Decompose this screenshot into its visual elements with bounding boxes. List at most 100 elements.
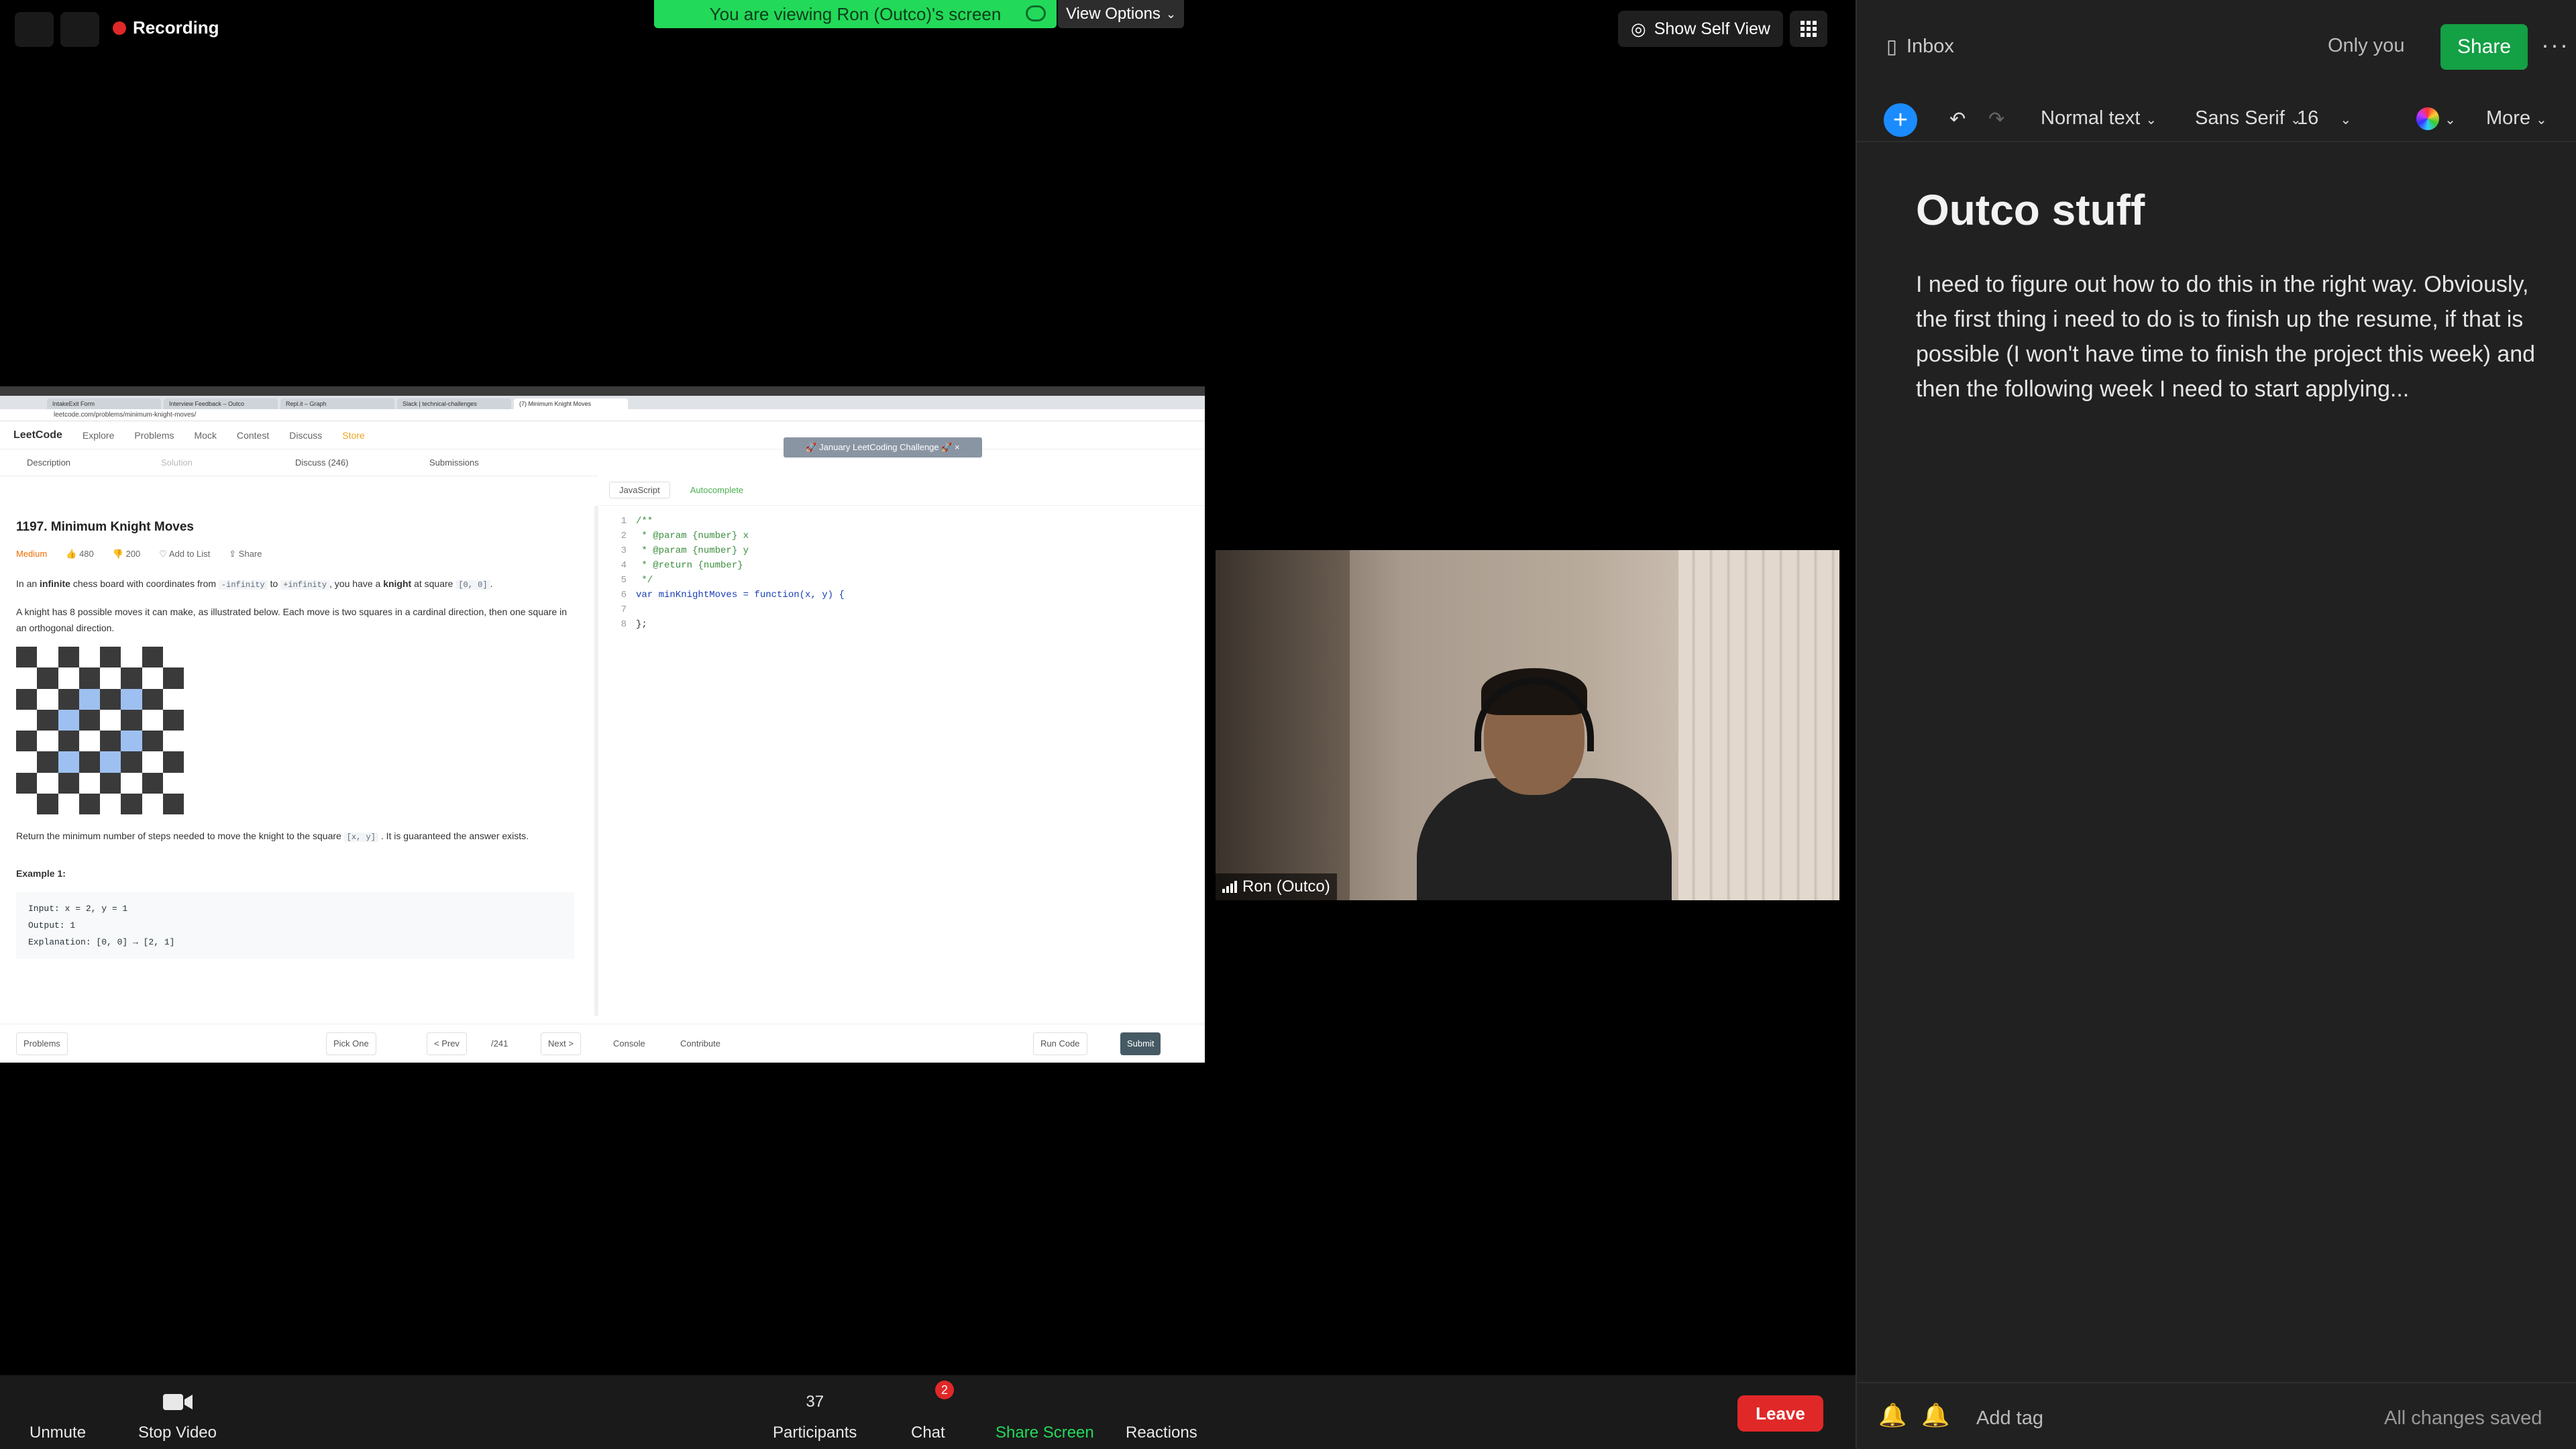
sharing-status[interactable]: Only you	[2328, 35, 2404, 57]
add-to-list-button[interactable]: ♡ Add to List	[159, 546, 210, 562]
board-square	[121, 751, 142, 773]
board-square	[162, 709, 184, 731]
add-reminder-icon[interactable]: 🔔	[1921, 1402, 1949, 1428]
url-bar[interactable]: leetcode.com/problems/minimum-knight-mov…	[0, 409, 1205, 421]
board-square	[37, 709, 58, 731]
browser-tab[interactable]: Interview Feedback – Outco	[164, 398, 278, 409]
browser-tab[interactable]: Repl.it – Graph	[280, 398, 394, 409]
nav-item-problems[interactable]: Problems	[134, 430, 174, 441]
language-select[interactable]: JavaScript	[609, 482, 670, 498]
board-square	[16, 772, 38, 794]
nav-item-mock[interactable]: Mock	[195, 430, 217, 441]
board-square	[58, 731, 79, 752]
more-options-icon[interactable]: ···	[2541, 31, 2569, 59]
text-style-select[interactable]: Normal text ⌄	[2041, 107, 2157, 129]
gallery-view-button[interactable]	[1790, 11, 1827, 47]
board-square	[142, 667, 163, 689]
stop-video-button[interactable]: Stop Video	[138, 1389, 217, 1442]
chevron-down-icon: ⌄	[2340, 113, 2352, 127]
more-format-button[interactable]: More ⌄	[2486, 107, 2547, 129]
nav-item-contest[interactable]: Contest	[237, 430, 269, 441]
leetcode-nav: LeetCode Explore Problems Mock Contest D…	[0, 421, 1205, 449]
board-square	[16, 751, 38, 773]
person-body	[1417, 778, 1672, 900]
window-control-button[interactable]	[60, 12, 99, 47]
code-line[interactable]: 2 * @param {number} x	[598, 529, 1205, 543]
chevron-down-icon: ⌄	[1165, 7, 1177, 21]
redo-icon[interactable]: ↷	[1988, 107, 2004, 131]
dislike-button[interactable]: 👎 200	[113, 546, 141, 562]
share-button[interactable]: Share	[2440, 24, 2528, 70]
share-button[interactable]: ⇪ Share	[229, 546, 262, 562]
autocomplete-toggle[interactable]: Autocomplete	[690, 485, 744, 495]
board-square	[78, 667, 100, 689]
unmute-button[interactable]: Unmute	[30, 1389, 86, 1442]
leetcode-logo[interactable]: LeetCode	[13, 429, 62, 441]
tab-submissions[interactable]: Submissions	[402, 458, 537, 468]
participant-video[interactable]	[1216, 550, 1839, 900]
add-tag-field[interactable]: Add tag	[1976, 1407, 2043, 1430]
reminder-bell-icon[interactable]: 🔔	[1878, 1402, 1907, 1428]
code-editor[interactable]: 1/** 2 * @param {number} x3 * @param {num…	[598, 506, 1205, 1016]
problem-subtabs: Description Solution Discuss (246) Submi…	[0, 449, 598, 476]
leave-button[interactable]: Leave	[1737, 1395, 1823, 1432]
recording-indicator[interactable]: Recording	[113, 17, 219, 38]
next-button[interactable]: Next >	[541, 1032, 581, 1055]
background-door	[1216, 550, 1350, 900]
console-button[interactable]: Console	[606, 1032, 652, 1055]
code-line[interactable]: 8};	[598, 617, 1205, 632]
insert-plus-button[interactable]: +	[1884, 103, 1917, 137]
font-size-select[interactable]: 16 ⌄	[2297, 107, 2351, 129]
undo-icon[interactable]: ↶	[1949, 107, 1966, 131]
challenge-banner[interactable]: 🚀 January LeetCoding Challenge 🚀 ×	[784, 437, 982, 458]
reactions-button[interactable]: Reactions	[1126, 1389, 1197, 1442]
participants-button[interactable]: 37 Participants	[773, 1389, 857, 1442]
board-square	[100, 793, 121, 814]
code-line[interactable]: 5 */	[598, 573, 1205, 588]
tab-description[interactable]: Description	[0, 458, 134, 468]
window-control-button[interactable]	[15, 12, 54, 47]
submit-button[interactable]: Submit	[1120, 1032, 1161, 1055]
chat-unread-badge: 2	[935, 1381, 954, 1399]
code-line[interactable]: 3 * @param {number} y	[598, 543, 1205, 558]
code-line[interactable]: 7	[598, 602, 1205, 617]
text-color-select[interactable]: ⌄	[2416, 107, 2456, 131]
note-body[interactable]: I need to figure out how to do this in t…	[1916, 267, 2540, 407]
board-square	[162, 793, 184, 814]
run-code-button[interactable]: Run Code	[1033, 1032, 1087, 1055]
board-square	[121, 688, 142, 710]
thumbs-up-icon: 👍	[66, 549, 80, 559]
contribute-button[interactable]: Contribute	[674, 1032, 727, 1055]
shared-screen: IntakeExit Form Interview Feedback – Out…	[0, 386, 1205, 1063]
board-square	[100, 751, 121, 773]
heart-icon: ♡	[159, 549, 169, 559]
code-line[interactable]: 4 * @return {number}	[598, 558, 1205, 573]
board-square	[78, 647, 100, 668]
tab-solution[interactable]: Solution	[134, 458, 268, 468]
board-square	[16, 667, 38, 689]
board-square	[37, 793, 58, 814]
note-title[interactable]: Outco stuff	[1916, 185, 2145, 235]
code-line[interactable]: 1 /**	[598, 514, 1205, 529]
board-square	[16, 688, 38, 710]
problems-list-button[interactable]: Problems	[16, 1032, 68, 1055]
code-line[interactable]: 6 var minKnightMoves = function(x, y) {	[598, 588, 1205, 602]
nav-item-explore[interactable]: Explore	[83, 430, 114, 441]
difficulty-badge: Medium	[16, 549, 48, 559]
browser-tab[interactable]: IntakeExit Form	[47, 398, 161, 409]
show-self-view-button[interactable]: ◎ Show Self View	[1618, 11, 1783, 47]
nav-item-discuss[interactable]: Discuss	[289, 430, 322, 441]
browser-tab-active[interactable]: (7) Minimum Knight Moves	[514, 398, 628, 409]
nav-item-store[interactable]: Store	[342, 430, 364, 441]
pick-one-button[interactable]: Pick One	[326, 1032, 376, 1055]
font-family-select[interactable]: Sans Serif ⌄	[2195, 107, 2302, 129]
like-button[interactable]: 👍 480	[66, 546, 94, 562]
prev-button[interactable]: < Prev	[427, 1032, 467, 1055]
view-options-button[interactable]: View Options ⌄	[1058, 0, 1184, 28]
browser-tab[interactable]: Slack | technical-challenges	[397, 398, 511, 409]
code-text: * @return {number}	[636, 560, 743, 571]
tab-discuss[interactable]: Discuss (246)	[268, 458, 402, 468]
share-screen-button[interactable]: Share Screen	[996, 1389, 1094, 1442]
board-square	[121, 772, 142, 794]
inbox-breadcrumb[interactable]: ▯ Inbox	[1886, 35, 1954, 58]
